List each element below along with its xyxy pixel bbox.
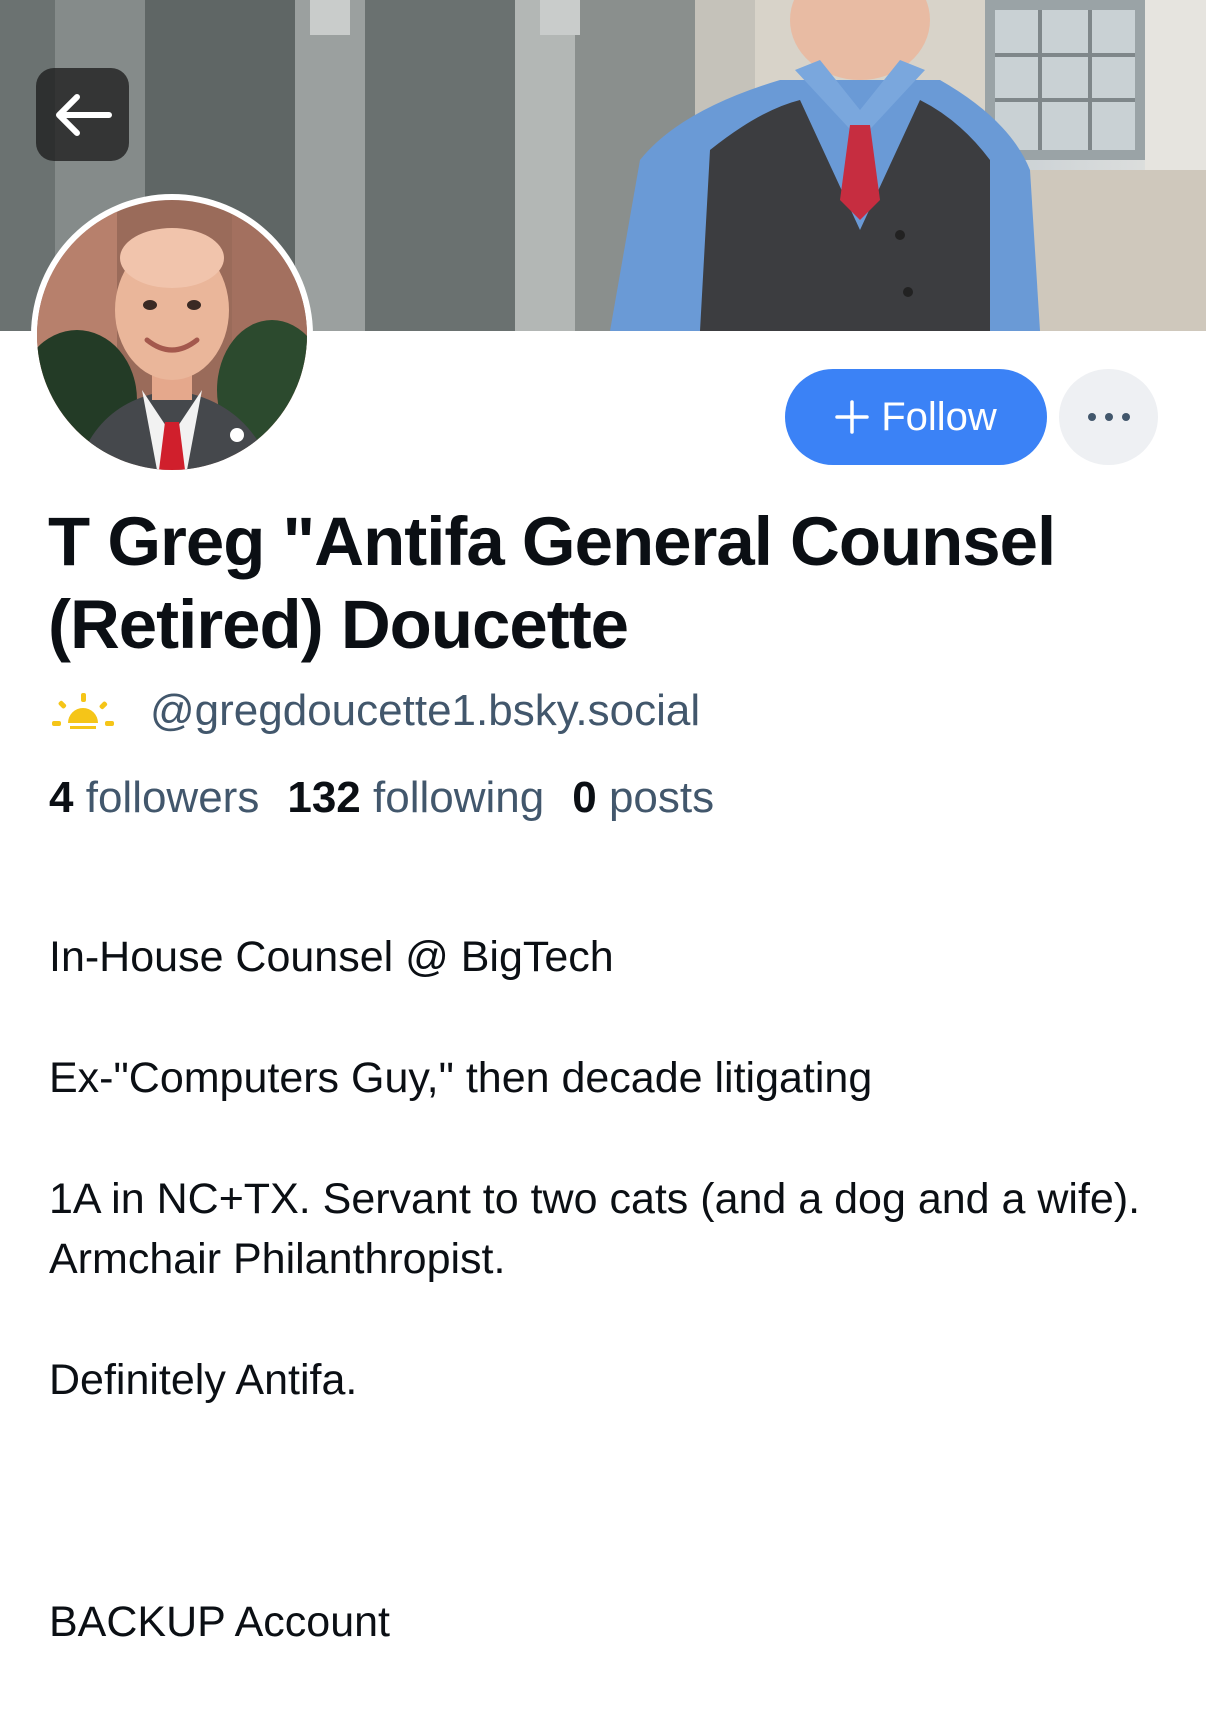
profile-bio: In-House Counsel @ BigTech Ex-"Computers…	[49, 866, 1169, 1713]
follow-button[interactable]: Follow	[785, 369, 1047, 465]
following-stat[interactable]: 132 following	[287, 773, 544, 823]
ellipsis-icon	[1087, 413, 1130, 421]
handle[interactable]: @gregdoucette1.bsky.social	[150, 686, 700, 736]
avatar-image	[37, 200, 307, 470]
bio-line: Ex-"Computers Guy," then decade litigati…	[49, 1053, 873, 1102]
posts-stat: 0 posts	[572, 773, 714, 823]
bio-line: BACKUP Account	[49, 1598, 390, 1646]
more-options-button[interactable]	[1059, 369, 1158, 465]
followers-count: 4	[49, 773, 74, 822]
bio-line: In-House Counsel @ BigTech	[49, 932, 614, 981]
follow-button-label: Follow	[881, 394, 997, 439]
bio-line: 1A in NC+TX. Servant to two cats (and a …	[49, 1174, 1141, 1284]
following-label: following	[373, 773, 545, 822]
bio-line: Definitely Antifa.	[49, 1356, 358, 1404]
sunrise-icon	[52, 693, 114, 729]
bio-line	[49, 1471, 1169, 1532]
arrow-left-icon	[55, 93, 112, 136]
posts-label: posts	[608, 773, 715, 822]
followers-label: followers	[85, 773, 260, 822]
handle-row: @gregdoucette1.bsky.social	[52, 686, 700, 736]
avatar[interactable]	[31, 194, 313, 476]
display-name: T Greg "Antifa General Counsel (Retired)…	[48, 503, 1056, 663]
plus-icon	[835, 400, 869, 434]
followers-stat[interactable]: 4 followers	[49, 773, 259, 823]
following-count: 132	[287, 773, 361, 822]
avatar-photo	[37, 200, 307, 470]
posts-count: 0	[572, 773, 597, 822]
back-button[interactable]	[36, 68, 129, 161]
profile-stats: 4 followers 132 following 0 posts	[49, 773, 714, 823]
